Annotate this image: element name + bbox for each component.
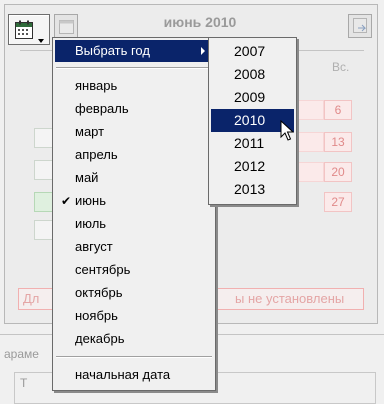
year-item-2012[interactable]: 2012 — [211, 155, 294, 178]
menu-item-month-august[interactable]: август — [55, 236, 213, 258]
calendar-popup-menu: Выбрать год январь февраль март апрель м… — [52, 37, 216, 391]
day-cell-sunday[interactable]: 13 — [324, 132, 352, 152]
menu-item-month-november[interactable]: ноябрь — [55, 305, 213, 327]
menu-item-month-october[interactable]: октябрь — [55, 282, 213, 304]
menu-separator — [56, 356, 212, 358]
menu-item-month-march[interactable]: март — [55, 121, 213, 143]
menu-item-month-july[interactable]: июль — [55, 213, 213, 235]
menu-item-month-june[interactable]: ✔ июнь — [55, 190, 213, 212]
chevron-down-icon — [38, 39, 44, 43]
calendar-arrow-icon — [353, 18, 367, 33]
day-cell-sunday[interactable]: 20 — [324, 162, 352, 182]
day-cell-sunday[interactable]: 27 — [324, 192, 352, 212]
next-month-button[interactable] — [348, 14, 372, 38]
day-cell-saturday[interactable] — [296, 162, 324, 182]
chevron-right-icon — [201, 47, 205, 55]
month-title: июнь 2010 — [163, 14, 237, 30]
warning-text-start: Дл — [23, 291, 40, 306]
year-item-2009[interactable]: 2009 — [211, 86, 294, 109]
checkmark-icon: ✔ — [61, 194, 72, 208]
sunday-column-header: Вс. — [332, 60, 350, 74]
menu-item-month-may[interactable]: май — [55, 167, 213, 189]
day-cell-saturday[interactable] — [296, 132, 324, 152]
mouse-pointer-icon — [280, 120, 294, 141]
menu-item-start-date[interactable]: начальная дата — [55, 364, 213, 386]
menu-item-label: Выбрать год — [75, 43, 150, 58]
menu-item-month-april[interactable]: апрель — [55, 144, 213, 166]
params-group-label: араме — [4, 347, 39, 361]
calendar-icon — [15, 20, 33, 39]
year-item-2008[interactable]: 2008 — [211, 63, 294, 86]
menu-item-month-december[interactable]: декабрь — [55, 328, 213, 350]
calendar-menu-button[interactable] — [8, 14, 50, 45]
warning-text-end: ы не установлены — [235, 291, 345, 306]
year-item-2013[interactable]: 2013 — [211, 178, 294, 201]
day-cell-saturday[interactable] — [296, 100, 324, 120]
menu-item-month-january[interactable]: январь — [55, 75, 213, 97]
year-item-2007[interactable]: 2007 — [211, 40, 294, 63]
menu-item-month-september[interactable]: сентябрь — [55, 259, 213, 281]
menu-item-month-february[interactable]: февраль — [55, 98, 213, 120]
menu-item-label: июнь — [75, 193, 106, 208]
menu-item-select-year[interactable]: Выбрать год — [55, 40, 213, 62]
day-cell-sunday[interactable]: 6 — [324, 100, 352, 120]
menu-separator — [56, 67, 212, 69]
params-sub-label: Т — [20, 376, 28, 390]
